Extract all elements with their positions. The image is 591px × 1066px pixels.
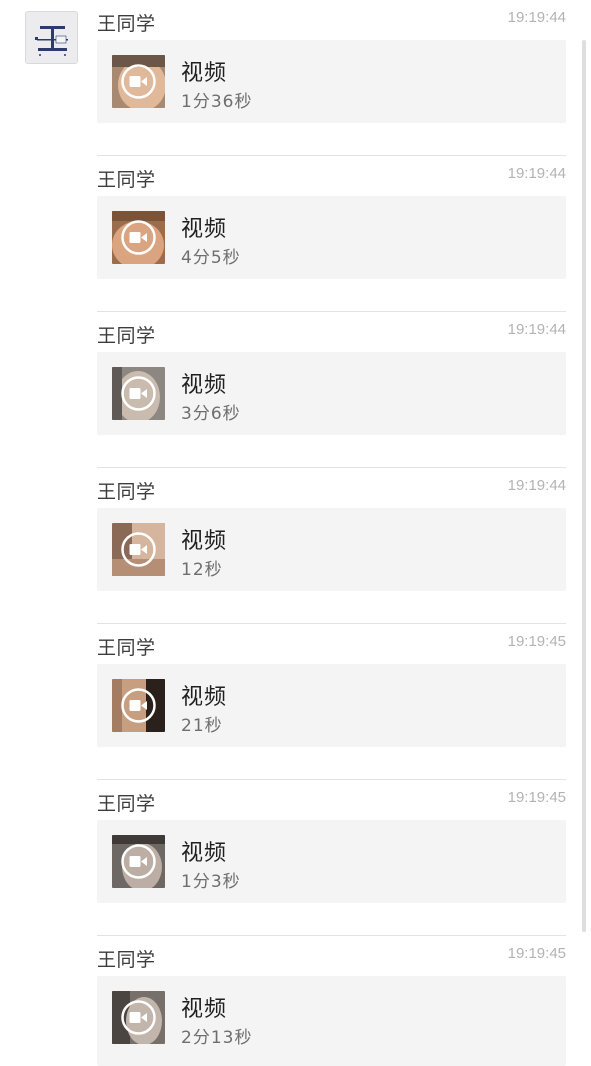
video-card[interactable]: 视频 21秒 xyxy=(97,664,566,747)
video-card[interactable]: 视频 12秒 xyxy=(97,508,566,591)
sender-name: 王同学 xyxy=(97,325,156,347)
video-thumbnail[interactable] xyxy=(112,991,165,1044)
video-title: 视频 xyxy=(181,61,228,86)
video-thumbnail[interactable] xyxy=(112,679,165,732)
sender-name: 王同学 xyxy=(97,169,156,191)
video-title: 视频 xyxy=(181,841,228,866)
scrollbar[interactable] xyxy=(582,40,586,932)
video-title: 视频 xyxy=(181,529,228,554)
message-time: 19:19:44 xyxy=(507,321,566,338)
video-duration: 12秒 xyxy=(181,560,223,580)
sender-name: 王同学 xyxy=(97,793,156,815)
message-time: 19:19:45 xyxy=(507,633,566,650)
video-card[interactable]: 视频 2分13秒 xyxy=(97,976,566,1066)
video-card[interactable]: 视频 3分6秒 xyxy=(97,352,566,435)
video-title: 视频 xyxy=(181,373,228,398)
video-title: 视频 xyxy=(181,997,228,1022)
video-thumbnail[interactable] xyxy=(112,523,165,576)
video-thumbnail[interactable] xyxy=(112,835,165,888)
message-time: 19:19:44 xyxy=(507,9,566,26)
sender-name: 王同学 xyxy=(97,481,156,503)
video-card[interactable]: 视频 1分36秒 xyxy=(97,40,566,123)
video-duration: 1分36秒 xyxy=(181,92,253,112)
sender-avatar[interactable] xyxy=(25,11,78,64)
sender-name: 王同学 xyxy=(97,637,156,659)
video-thumbnail[interactable] xyxy=(112,211,165,264)
video-card[interactable]: 视频 4分5秒 xyxy=(97,196,566,279)
video-thumbnail[interactable] xyxy=(112,367,165,420)
message-feed: 王同学 19:19:44 视频 1分36秒 王同学 19:19:44 视频 4分… xyxy=(97,0,566,1066)
message-item: 王同学 19:19:45 视频 1分3秒 xyxy=(97,780,566,936)
message-item: 王同学 19:19:44 视频 4分5秒 xyxy=(97,156,566,312)
message-item: 王同学 19:19:45 视频 2分13秒 xyxy=(97,936,566,1066)
sender-name: 王同学 xyxy=(97,949,156,971)
video-duration: 4分5秒 xyxy=(181,248,241,268)
wang-avatar-icon xyxy=(26,12,77,63)
message-time: 19:19:44 xyxy=(507,477,566,494)
message-item: 王同学 19:19:44 视频 3分6秒 xyxy=(97,312,566,468)
video-card[interactable]: 视频 1分3秒 xyxy=(97,820,566,903)
message-time: 19:19:44 xyxy=(507,165,566,182)
video-duration: 1分3秒 xyxy=(181,872,241,892)
video-title: 视频 xyxy=(181,685,228,710)
video-thumbnail[interactable] xyxy=(112,55,165,108)
message-item: 王同学 19:19:44 视频 12秒 xyxy=(97,468,566,624)
video-duration: 2分13秒 xyxy=(181,1028,253,1048)
video-duration: 3分6秒 xyxy=(181,404,241,424)
message-item: 王同学 19:19:45 视频 21秒 xyxy=(97,624,566,780)
message-time: 19:19:45 xyxy=(507,945,566,962)
video-title: 视频 xyxy=(181,217,228,242)
video-duration: 21秒 xyxy=(181,716,223,736)
message-item: 王同学 19:19:44 视频 1分36秒 xyxy=(97,0,566,156)
sender-name: 王同学 xyxy=(97,13,156,35)
message-time: 19:19:45 xyxy=(507,789,566,806)
